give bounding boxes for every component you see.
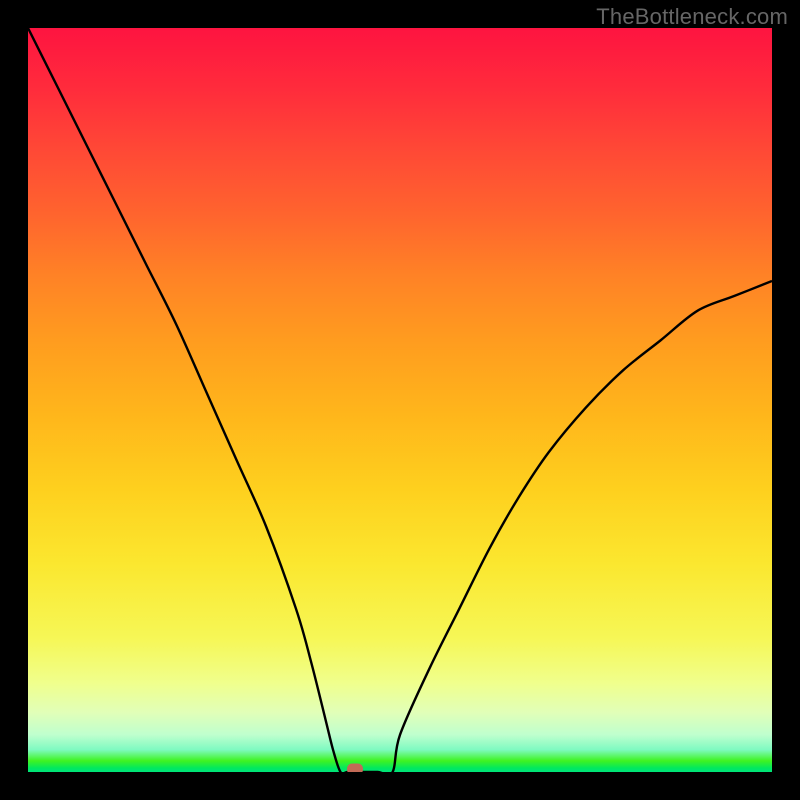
watermark-text: TheBottleneck.com bbox=[596, 4, 788, 30]
chart-frame: TheBottleneck.com bbox=[0, 0, 800, 800]
curve-svg bbox=[28, 28, 772, 772]
bottleneck-curve bbox=[28, 28, 772, 772]
plot-area bbox=[28, 28, 772, 772]
optimal-point-marker bbox=[347, 764, 363, 773]
